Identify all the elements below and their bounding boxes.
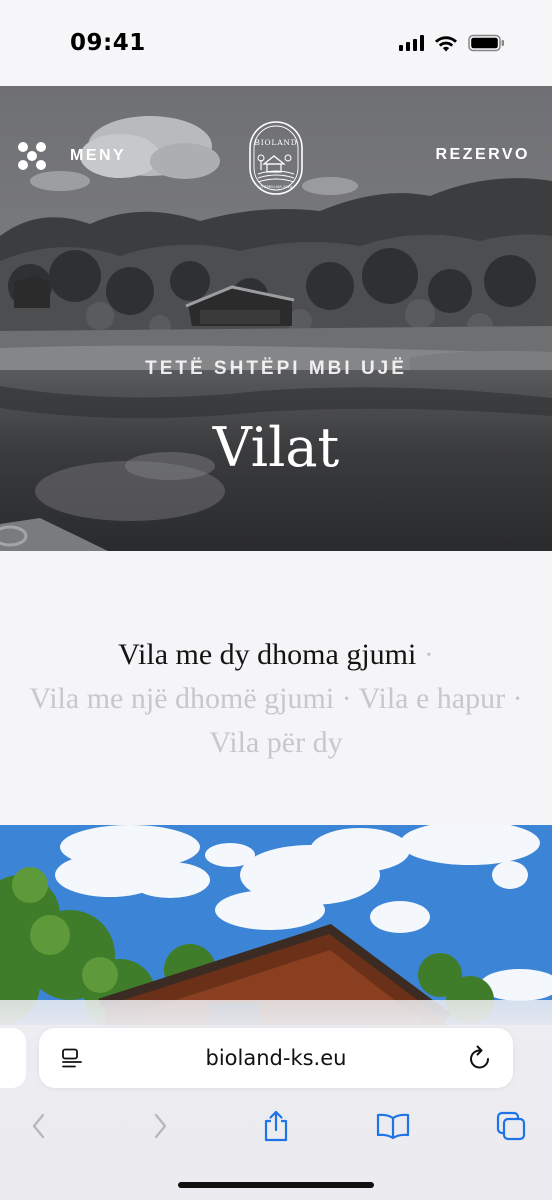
tab-open-villa[interactable]: Vila e hapur xyxy=(359,682,505,715)
tab-two-bedroom-villa[interactable]: Vila me dy dhoma gjumi xyxy=(118,638,416,671)
battery-icon xyxy=(468,34,504,52)
status-time: 09:41 xyxy=(70,30,146,56)
back-icon xyxy=(32,1113,45,1139)
browser-toolbar: bioland-ks.eu xyxy=(0,1000,552,1200)
menu-dots-icon xyxy=(18,142,46,170)
tab-separator: · xyxy=(512,682,523,715)
cellular-signal-icon xyxy=(399,35,424,51)
share-icon xyxy=(264,1110,288,1142)
villa-tab-list: Vila me dy dhoma gjumi · Vila me një dho… xyxy=(20,633,532,765)
url-text: bioland-ks.eu xyxy=(205,1046,347,1070)
tab-separator: · xyxy=(423,638,434,671)
hero-subtitle: TETË SHTËPI MBI UJË xyxy=(145,358,407,379)
address-bar[interactable]: bioland-ks.eu xyxy=(39,1028,513,1088)
forward-icon xyxy=(154,1113,167,1139)
villa-type-selector: Vila me dy dhoma gjumi · Vila me një dho… xyxy=(0,551,552,825)
bioland-logo[interactable]: BIOLAND THEMELUAR 2020 xyxy=(244,114,308,198)
share-button[interactable] xyxy=(254,1104,298,1148)
hero-title: Vilat xyxy=(212,416,340,479)
tabs-button[interactable] xyxy=(489,1104,533,1148)
villa-cabin-image xyxy=(0,825,552,1025)
back-button[interactable] xyxy=(17,1104,61,1148)
menu-label: MENY xyxy=(70,147,127,164)
browser-nav-row xyxy=(0,1104,552,1148)
home-indicator xyxy=(178,1182,374,1188)
hero-banner: MENY BIOLAND THEMELUAR 2020 REZERVO TETË… xyxy=(0,86,552,551)
tab-separator: · xyxy=(341,682,352,715)
svg-text:THEMELUAR 2020: THEMELUAR 2020 xyxy=(259,185,293,189)
tab-villa-for-two[interactable]: Vila për dy xyxy=(209,726,342,759)
bookmarks-button[interactable] xyxy=(371,1104,415,1148)
previous-tab-peek[interactable] xyxy=(0,1028,26,1088)
reload-icon[interactable] xyxy=(467,1044,493,1072)
reserve-button[interactable]: REZERVO xyxy=(435,146,530,164)
menu-button[interactable]: MENY xyxy=(18,142,126,170)
svg-text:BIOLAND: BIOLAND xyxy=(254,138,297,147)
wifi-icon xyxy=(435,36,457,52)
status-icons xyxy=(399,34,506,52)
tabs-icon xyxy=(496,1111,526,1141)
tab-one-bedroom-villa[interactable]: Vila me një dhomë gjumi xyxy=(29,682,334,715)
status-bar: 09:41 xyxy=(0,0,552,86)
forward-button[interactable] xyxy=(138,1104,182,1148)
bookmarks-icon xyxy=(376,1113,410,1140)
villa-photo[interactable] xyxy=(0,825,552,1025)
